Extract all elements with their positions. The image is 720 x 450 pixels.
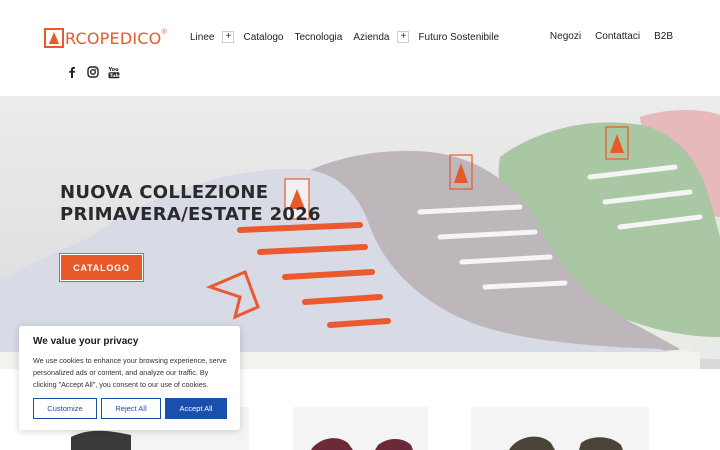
product-image <box>509 436 623 450</box>
secondary-nav: Negozi Contattaci B2B <box>536 31 673 42</box>
main-nav: Linee + Catalogo Tecnologia Azienda + Fu… <box>190 31 510 43</box>
logo-registered-mark: ® <box>161 28 167 36</box>
site-header: RCOPEDICO ® Linee + Catalogo Tecnologia … <box>0 0 720 97</box>
social-links: YouTube <box>66 65 129 79</box>
customize-button[interactable]: Customize <box>33 398 97 419</box>
hero-title-line-1: NUOVA COLLEZIONE <box>60 182 269 203</box>
reject-all-button[interactable]: Reject All <box>101 398 161 419</box>
hero-title-line-2: PRIMAVERA/ESTATE 2026 <box>60 204 321 225</box>
page: RCOPEDICO ® Linee + Catalogo Tecnologia … <box>0 0 720 450</box>
svg-text:You: You <box>108 67 119 73</box>
cookie-buttons: Customize Reject All Accept All <box>33 398 227 419</box>
cookie-consent-banner: We value your privacy We use cookies to … <box>19 326 240 430</box>
product-card[interactable] <box>471 407 649 450</box>
catalogo-button[interactable]: CATALOGO <box>59 253 144 282</box>
product-image <box>311 438 413 450</box>
accept-all-button[interactable]: Accept All <box>165 398 227 419</box>
youtube-icon[interactable]: YouTube <box>108 65 120 79</box>
arcopedico-logo[interactable]: RCOPEDICO ® <box>44 28 167 48</box>
nav-linee-expand-icon[interactable]: + <box>222 31 235 43</box>
nav-item-contattaci[interactable]: Contattaci <box>595 31 640 42</box>
logo-text: RCOPEDICO <box>65 28 162 48</box>
product-card[interactable] <box>293 407 428 450</box>
cookie-description: We use cookies to enhance your browsing … <box>33 356 227 389</box>
nav-item-negozi[interactable]: Negozi <box>550 31 581 42</box>
svg-text:Tube: Tube <box>110 73 120 79</box>
nav-item-linee[interactable]: Linee <box>190 32 214 43</box>
nav-item-b2b[interactable]: B2B <box>654 31 673 42</box>
hero-title: NUOVA COLLEZIONE PRIMAVERA/ESTATE 2026 <box>60 182 321 226</box>
nav-item-catalogo[interactable]: Catalogo <box>243 32 283 43</box>
logo-mark-icon <box>44 28 64 48</box>
nav-azienda-expand-icon[interactable]: + <box>397 31 410 43</box>
instagram-icon[interactable] <box>87 65 99 79</box>
nav-item-azienda[interactable]: Azienda <box>353 32 389 43</box>
facebook-icon[interactable] <box>66 65 78 79</box>
cookie-title: We value your privacy <box>33 336 139 347</box>
nav-item-futuro-sostenibile[interactable]: Futuro Sostenibile <box>418 32 499 43</box>
nav-item-tecnologia[interactable]: Tecnologia <box>295 32 343 43</box>
